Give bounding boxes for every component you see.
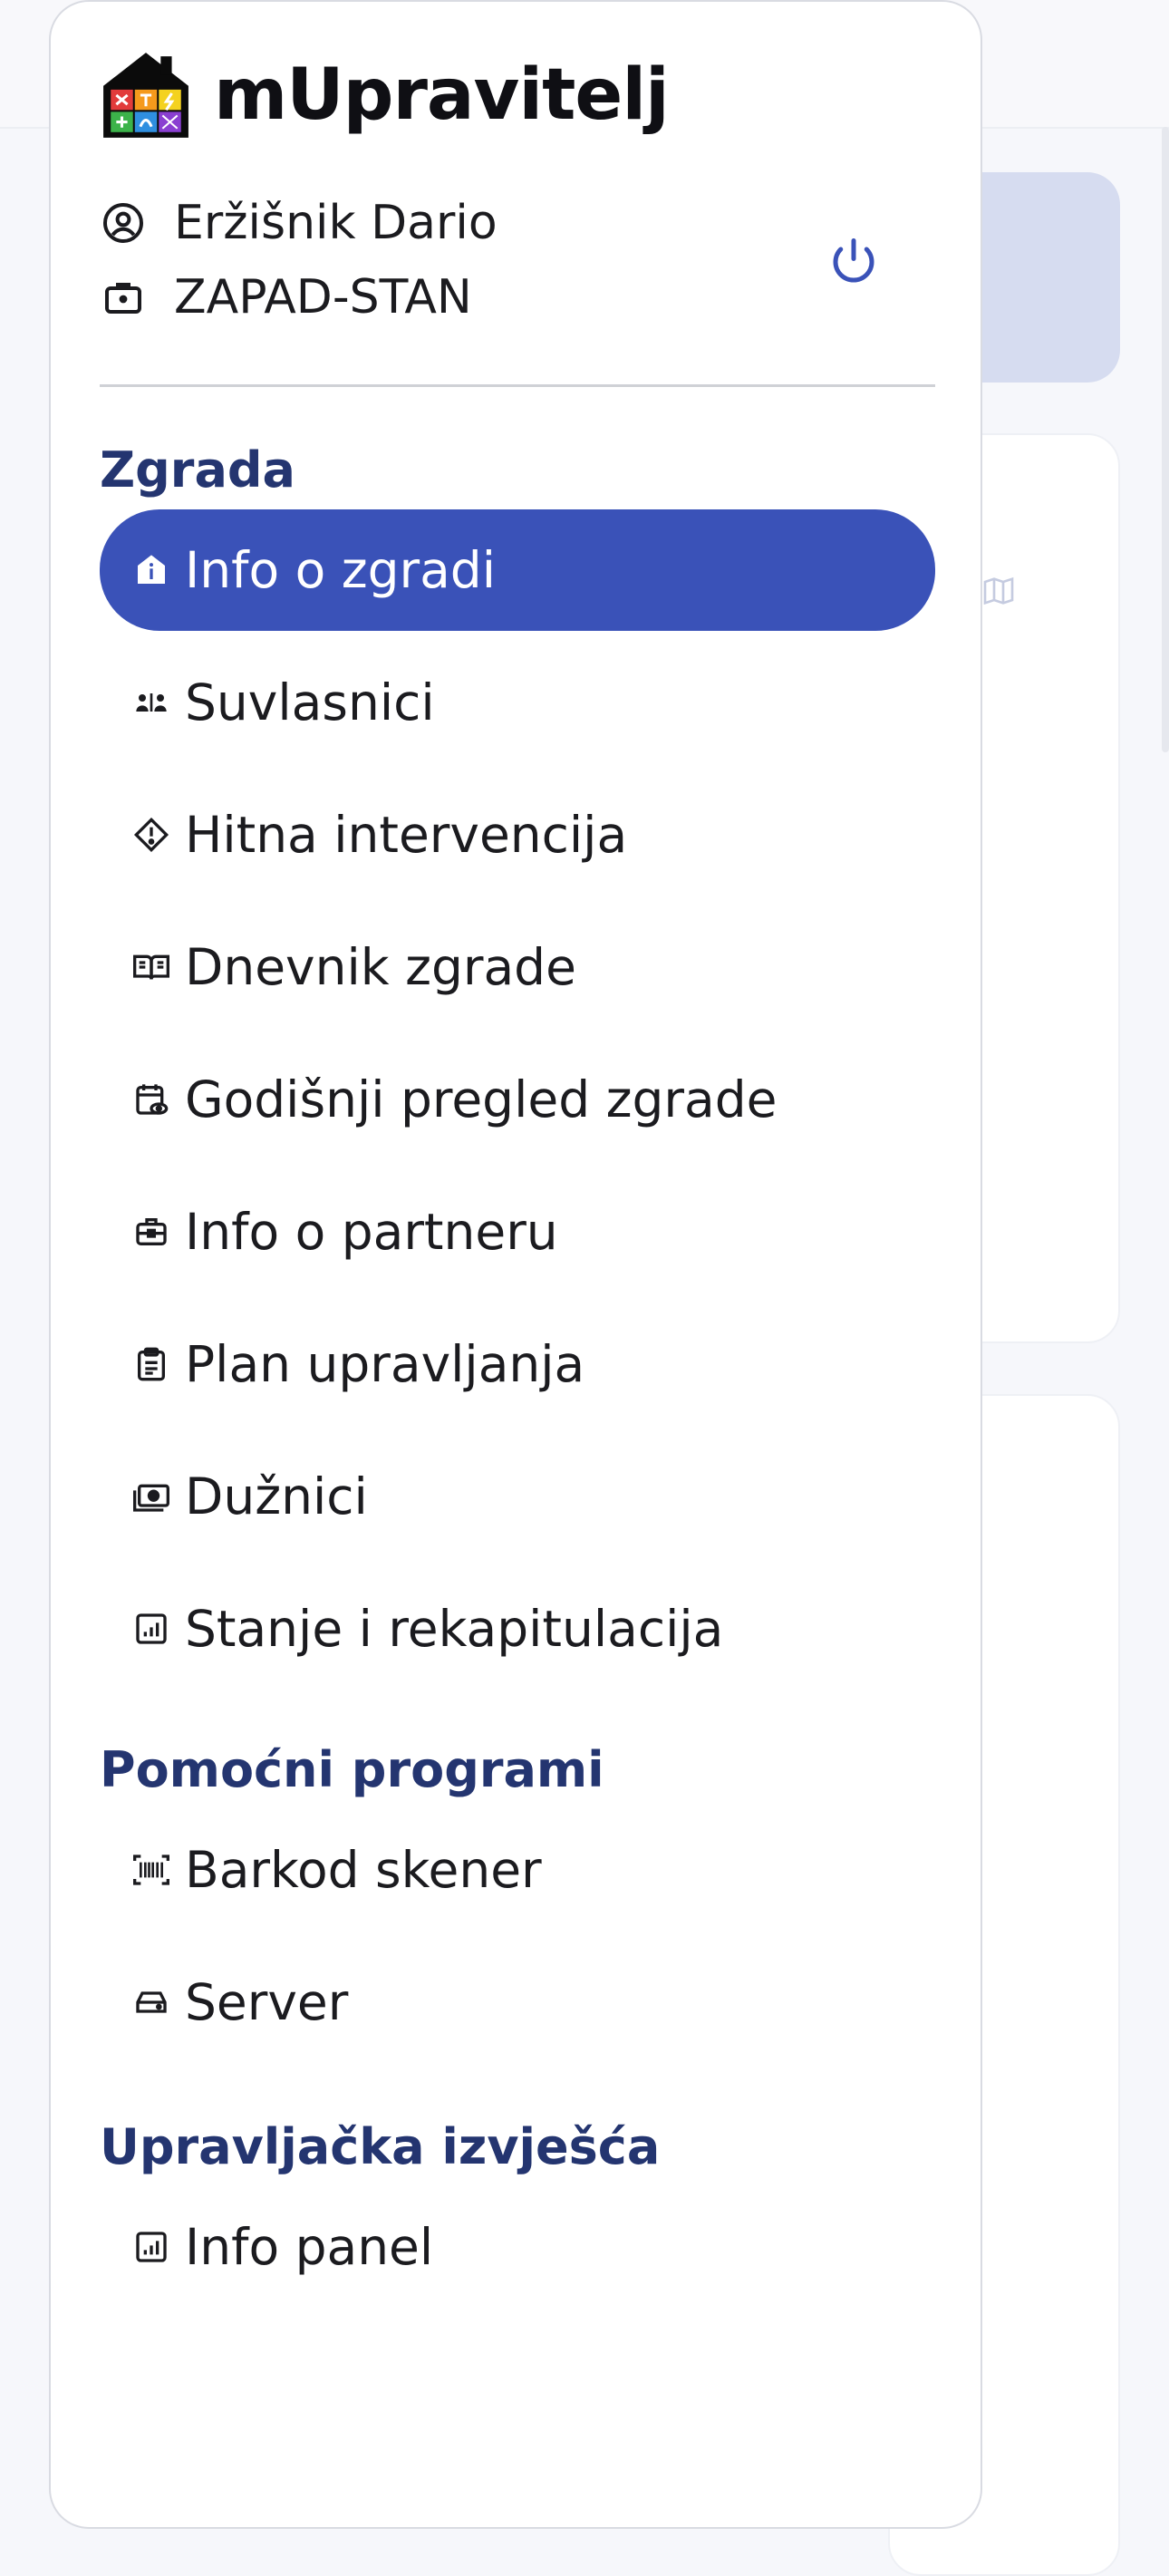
building-info-icon — [130, 549, 172, 591]
server-icon — [130, 1981, 172, 2023]
divider — [100, 384, 935, 387]
app-logo — [103, 53, 188, 138]
nav-label: Info panel — [185, 2218, 434, 2276]
section-title-reports: Upravljačka izvješća — [100, 2118, 661, 2175]
book-open-icon — [130, 946, 172, 988]
user-info: Eržišnik Dario — [100, 194, 498, 252]
nav-label: Info o partneru — [185, 1203, 558, 1261]
nav-item-suvlasnici[interactable]: Suvlasnici — [100, 642, 935, 763]
navigation-drawer: mUpravitelj Eržišnik Dario ZAPAD-STAN Zg… — [49, 0, 982, 2529]
nav-item-barkod-skener[interactable]: Barkod skener — [100, 1809, 935, 1931]
nav-label: Godišnji pregled zgrade — [185, 1070, 778, 1128]
nav-item-dnevnik-zgrade[interactable]: Dnevnik zgrade — [100, 906, 935, 1028]
barcode-icon — [130, 1849, 172, 1891]
warning-diamond-icon — [130, 814, 172, 856]
toolbox-icon — [130, 1211, 172, 1253]
scrollbar[interactable] — [1162, 127, 1169, 752]
chart-icon — [130, 1608, 172, 1650]
money-icon — [130, 1476, 172, 1517]
nav-label: Dnevnik zgrade — [185, 938, 576, 996]
users-icon — [130, 682, 172, 723]
nav-label: Stanje i rekapitulacija — [185, 1600, 724, 1658]
nav-item-info-panel[interactable]: Info panel — [100, 2186, 935, 2308]
unit-name: ZAPAD-STAN — [174, 270, 472, 324]
nav-item-info-o-partneru[interactable]: Info o partneru — [100, 1171, 935, 1293]
nav-label: Hitna intervencija — [185, 806, 628, 864]
app-title: mUpravitelj — [214, 54, 670, 136]
nav-label: Barkod skener — [185, 1841, 542, 1899]
map-icon — [983, 576, 1014, 605]
briefcase-icon — [100, 274, 147, 321]
section-title-tools: Pomoćni programi — [100, 1741, 604, 1798]
nav-label: Server — [185, 1973, 349, 2031]
nav-item-duznici[interactable]: Dužnici — [100, 1436, 935, 1557]
nav-item-stanje-i-rekapitulacija[interactable]: Stanje i rekapitulacija — [100, 1568, 935, 1690]
nav-item-hitna-intervencija[interactable]: Hitna intervencija — [100, 774, 935, 896]
nav-item-info-o-zgradi[interactable]: Info o zgradi — [100, 509, 935, 631]
user-name: Eržišnik Dario — [174, 196, 498, 250]
nav-item-godisnji-pregled[interactable]: Godišnji pregled zgrade — [100, 1039, 935, 1160]
power-icon[interactable] — [826, 234, 881, 288]
nav-item-plan-upravljanja[interactable]: Plan upravljanja — [100, 1303, 935, 1425]
calendar-eye-icon — [130, 1079, 172, 1120]
section-title-building: Zgrada — [100, 441, 295, 499]
unit-info: ZAPAD-STAN — [100, 268, 472, 326]
chart-icon — [130, 2226, 172, 2268]
nav-label: Info o zgradi — [185, 541, 496, 599]
user-circle-icon — [100, 199, 147, 247]
nav-label: Dužnici — [185, 1467, 368, 1525]
nav-label: Suvlasnici — [185, 673, 435, 731]
nav-label: Plan upravljanja — [185, 1335, 585, 1393]
nav-item-server[interactable]: Server — [100, 1942, 935, 2063]
clipboard-icon — [130, 1343, 172, 1385]
